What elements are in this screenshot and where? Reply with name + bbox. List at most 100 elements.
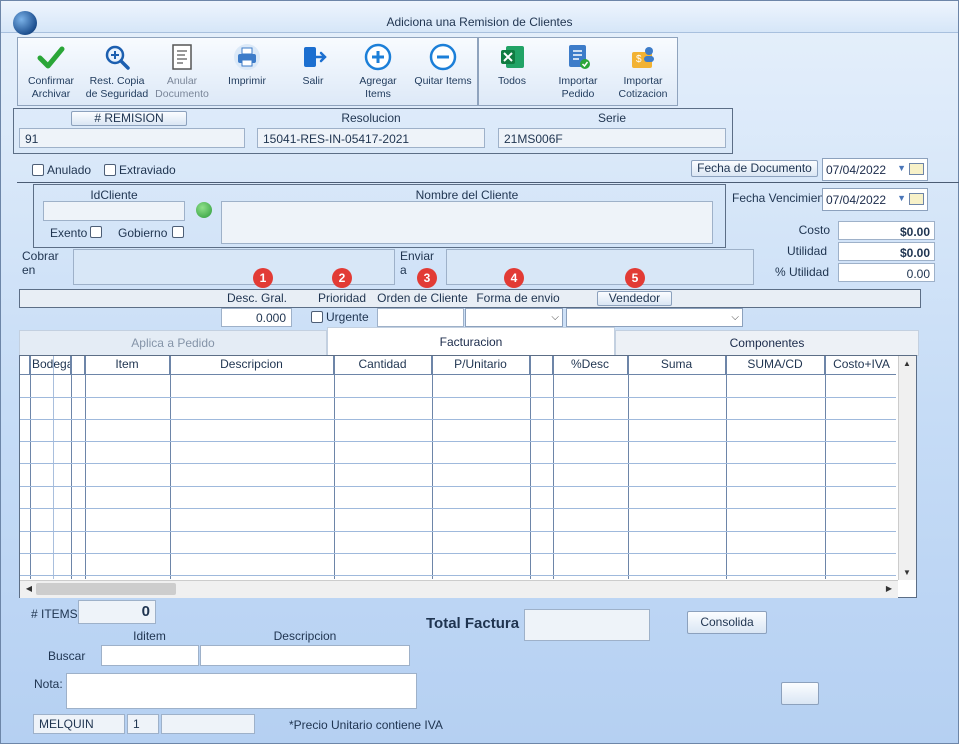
- forma-envio-label: Forma de envio: [476, 291, 560, 305]
- remove-circle-icon: [429, 43, 457, 71]
- urgente-checkbox[interactable]: [311, 311, 323, 323]
- scroll-right-icon[interactable]: ▶: [881, 584, 897, 593]
- col-item[interactable]: Item: [85, 356, 170, 374]
- col-suma[interactable]: Suma: [628, 356, 726, 374]
- scroll-up-icon[interactable]: ▲: [899, 359, 915, 368]
- descripcion-label: Descripcion: [273, 629, 337, 643]
- anulado-label: Anulado: [47, 163, 92, 177]
- anular-documento-button[interactable]: Anular Documento: [150, 43, 214, 101]
- confirmar-archivar-button[interactable]: Confirmar Archivar: [19, 43, 83, 101]
- tab-facturacion[interactable]: Facturacion: [327, 327, 615, 356]
- anulado-checkbox[interactable]: [32, 164, 44, 176]
- import-quote-icon: $: [632, 47, 654, 68]
- restore-backup-button[interactable]: Rest. Copia de Seguridad: [85, 43, 149, 101]
- total-factura-value: [524, 609, 650, 641]
- salir-button[interactable]: Salir: [281, 43, 345, 88]
- remision-number-field[interactable]: 91: [19, 128, 245, 148]
- desc-gral-input[interactable]: 0.000: [221, 308, 292, 327]
- col-cantidad[interactable]: Cantidad: [334, 356, 432, 374]
- agregar-items-button[interactable]: Agregar Items: [346, 43, 410, 101]
- buscar-descripcion-input[interactable]: [200, 645, 410, 666]
- grid-row-line: [20, 575, 896, 576]
- importar-pedido-button[interactable]: Importar Pedido: [546, 43, 610, 101]
- nombre-cliente-field[interactable]: [221, 201, 713, 244]
- nota-label: Nota:: [34, 677, 63, 691]
- serie-field[interactable]: 21MS006F: [498, 128, 726, 148]
- zoom-restore-icon: [105, 45, 130, 70]
- checkmark-icon: [37, 46, 65, 69]
- fecha-documento-label[interactable]: Fecha de Documento: [691, 160, 818, 177]
- remision-label-button[interactable]: # REMISION: [71, 111, 187, 126]
- serie-label: Serie: [597, 111, 626, 125]
- vendedor-dropdown[interactable]: ⌵: [566, 308, 743, 327]
- tab-componentes[interactable]: Componentes: [615, 330, 919, 356]
- add-circle-icon: [364, 43, 392, 71]
- enviar-a-field[interactable]: [446, 249, 754, 285]
- desc-gral-label: Desc. Gral.: [226, 291, 287, 305]
- orden-cliente-label: Orden de Cliente: [377, 291, 468, 305]
- todos-button[interactable]: Todos: [480, 43, 544, 88]
- iditem-label: Iditem: [133, 629, 166, 643]
- resolucion-field[interactable]: 15041-RES-IN-05417-2021: [257, 128, 485, 148]
- imprimir-button[interactable]: Imprimir: [215, 43, 279, 88]
- resolucion-label: Resolucion: [341, 111, 401, 125]
- date-dropdown-icon[interactable]: ▼: [897, 163, 906, 173]
- excel-icon: [501, 46, 524, 68]
- grid-line: [628, 356, 629, 579]
- gobierno-checkbox[interactable]: [172, 226, 184, 238]
- importar-cotizacion-button[interactable]: $ Importar Cotizacion: [611, 43, 675, 101]
- callout-badge-4: 4: [504, 268, 524, 288]
- exento-checkbox[interactable]: [90, 226, 102, 238]
- callout-badge-2: 2: [332, 268, 352, 288]
- grid-line: [726, 356, 727, 579]
- vertical-scrollbar[interactable]: ▲ ▼: [898, 356, 916, 580]
- col-punitario[interactable]: P/Unitario: [432, 356, 530, 374]
- status-field: [161, 714, 255, 734]
- col-descripcion[interactable]: Descripcion: [170, 356, 334, 374]
- orden-cliente-input[interactable]: [377, 308, 464, 327]
- scroll-thumb[interactable]: [36, 583, 176, 595]
- grid-row-line: [20, 397, 896, 398]
- validate-check-icon[interactable]: [196, 202, 212, 218]
- total-factura-label: Total Factura: [426, 615, 520, 632]
- col-bodega[interactable]: Bodega: [30, 356, 71, 374]
- calendar-icon[interactable]: [909, 163, 924, 175]
- col-desc-pct[interactable]: %Desc: [553, 356, 628, 374]
- fecha-vencimiento-value: 07/04/2022: [826, 193, 887, 207]
- scroll-left-icon[interactable]: ◀: [21, 584, 37, 593]
- grid-line: [71, 356, 72, 579]
- items-grid[interactable]: Bodega Item Descripcion Cantidad P/Unita…: [19, 355, 917, 598]
- gobierno-label: Gobierno: [118, 226, 168, 240]
- horizontal-scrollbar[interactable]: ◀ ▶: [20, 580, 898, 598]
- costo-value: $0.00: [838, 221, 935, 240]
- col-suma-cd[interactable]: SUMA/CD: [726, 356, 825, 374]
- grid-line: [553, 356, 554, 579]
- fecha-documento-picker[interactable]: 07/04/2022 ▼: [822, 158, 928, 181]
- calendar-icon[interactable]: [909, 193, 924, 205]
- col-blank-b[interactable]: [530, 356, 553, 374]
- grid-line: [85, 356, 86, 579]
- tab-aplica-pedido[interactable]: Aplica a Pedido: [19, 330, 327, 356]
- pct-utilidad-value: 0.00: [838, 263, 935, 282]
- col-costo-iva[interactable]: Costo+IVA: [825, 356, 898, 374]
- exit-door-icon: [304, 47, 327, 67]
- idcliente-input[interactable]: [43, 201, 185, 221]
- scroll-down-icon[interactable]: ▼: [899, 568, 915, 577]
- grid-row-line: [20, 441, 896, 442]
- col-blank-a[interactable]: [71, 356, 85, 374]
- quitar-items-button[interactable]: Quitar Items: [411, 43, 475, 88]
- items-count-label: # ITEMS: [31, 607, 78, 621]
- extraviado-checkbox[interactable]: [104, 164, 116, 176]
- nota-textarea[interactable]: [66, 673, 417, 709]
- costo-label: Costo: [798, 223, 830, 237]
- fecha-vencimiento-picker[interactable]: 07/04/2022 ▼: [822, 188, 928, 211]
- blank-button[interactable]: [781, 682, 819, 705]
- buscar-iditem-input[interactable]: [101, 645, 199, 666]
- grid-line: [53, 356, 54, 579]
- grid-line: [30, 356, 31, 579]
- consolida-button[interactable]: Consolida: [687, 611, 767, 634]
- date-dropdown-icon[interactable]: ▼: [897, 193, 906, 203]
- forma-envio-dropdown[interactable]: ⌵: [465, 308, 563, 327]
- options-bar: [19, 289, 921, 308]
- vendedor-button[interactable]: Vendedor: [597, 291, 672, 306]
